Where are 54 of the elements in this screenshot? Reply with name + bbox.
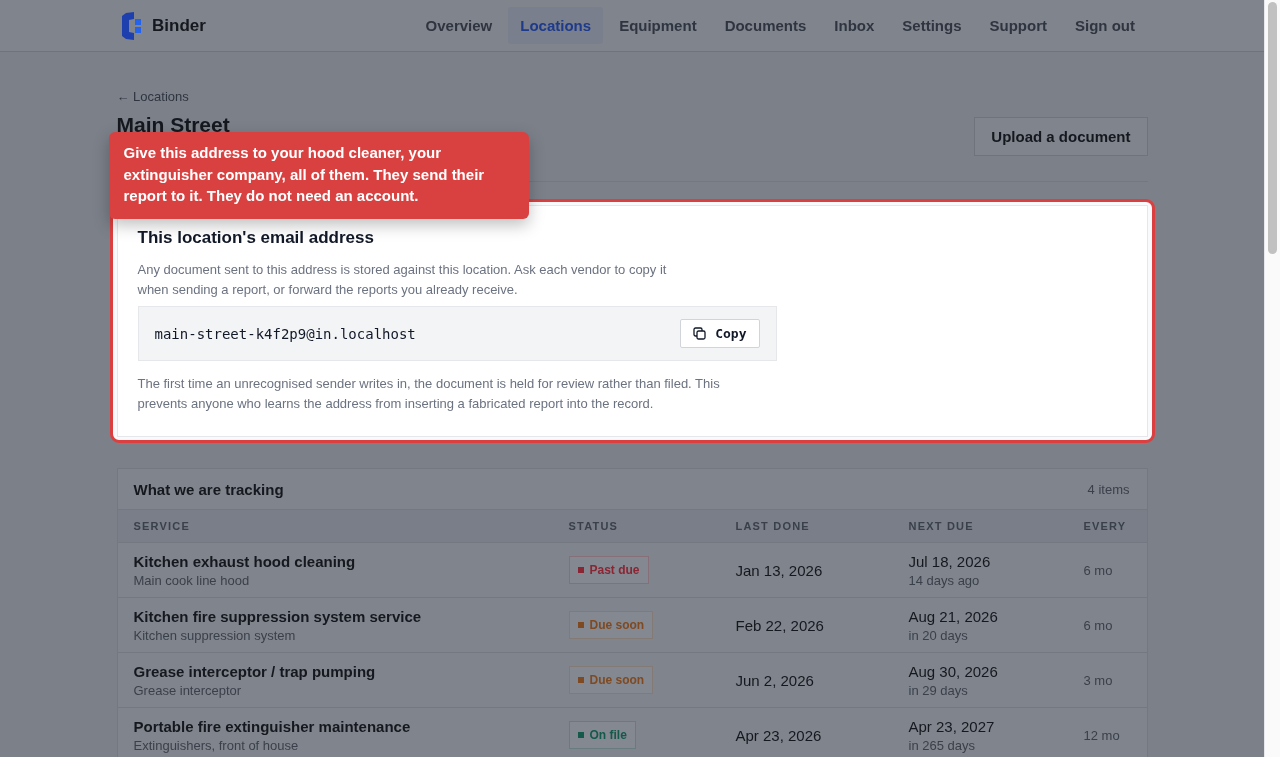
last-done-date: Apr 23, 2026 bbox=[735, 726, 823, 744]
service-name: Kitchen exhaust hood cleaning bbox=[133, 552, 357, 570]
interval: 12 mo bbox=[1083, 727, 1121, 743]
review-note: The first time an unrecognised sender writes in, the document is held for review rather than filed. This prevents anyone who learns the address from inserting a fabricated report into the record. bbox=[137, 375, 721, 413]
next-due-date: Aug 30, 2026 bbox=[908, 662, 999, 680]
status-badge: On file bbox=[568, 721, 636, 749]
email-address: main-street-k4f2p9@in.localhost bbox=[154, 325, 416, 342]
due-relative: in 29 days bbox=[908, 682, 969, 698]
asset-name: Grease interceptor bbox=[133, 682, 243, 698]
asset-name: Main cook line hood bbox=[133, 572, 251, 588]
copy-button[interactable]: Copy bbox=[680, 319, 760, 348]
section-title: What we are tracking bbox=[133, 480, 284, 498]
next-due-date: Jul 18, 2026 bbox=[908, 552, 992, 570]
due-relative: in 265 days bbox=[908, 737, 976, 753]
column-header: SERVICE bbox=[133, 520, 191, 532]
status-badge: Due soon bbox=[568, 666, 654, 694]
card-description: Any document sent to this address is stored against this location. Ask each vendor to copy it when sending a report, or forward the reports you already receive. bbox=[137, 261, 668, 299]
item-count: 4 items bbox=[1087, 481, 1130, 497]
interval: 6 mo bbox=[1083, 617, 1114, 633]
next-due-date: Aug 21, 2026 bbox=[908, 607, 999, 625]
status-badge: Past due bbox=[568, 556, 649, 584]
last-done-date: Jun 2, 2026 bbox=[735, 671, 815, 689]
back-link[interactable]: ← Locations bbox=[116, 89, 189, 104]
app-name: Binder bbox=[152, 15, 206, 36]
upload-button[interactable]: Upload a document bbox=[974, 117, 1148, 156]
service-name: Portable fire extinguisher maintenance bbox=[133, 717, 412, 735]
card-title: This location's email address bbox=[137, 228, 375, 248]
interval: 3 mo bbox=[1083, 672, 1114, 688]
column-header: STATUS bbox=[568, 520, 620, 532]
due-relative: 14 days ago bbox=[908, 572, 981, 588]
nav-link[interactable]: Inbox bbox=[822, 7, 887, 44]
asset-name: Kitchen suppression system bbox=[133, 627, 297, 643]
nav-link[interactable]: Locations bbox=[508, 7, 604, 44]
nav-link[interactable]: Equipment bbox=[607, 7, 709, 44]
column-header: NEXT DUE bbox=[908, 520, 975, 532]
nav-link[interactable]: Overview bbox=[413, 7, 505, 44]
nav-link[interactable]: Documents bbox=[712, 7, 819, 44]
status-badge: Due soon bbox=[568, 611, 654, 639]
next-due-date: Apr 23, 2027 bbox=[908, 717, 996, 735]
due-relative: in 20 days bbox=[908, 627, 969, 643]
service-name: Grease interceptor / trap pumping bbox=[133, 662, 377, 680]
last-done-date: Feb 22, 2026 bbox=[735, 616, 825, 634]
copy-icon bbox=[693, 327, 707, 340]
nav-link[interactable]: Sign out bbox=[1063, 7, 1147, 44]
asset-name: Extinguishers, front of house bbox=[133, 737, 300, 753]
interval: 6 mo bbox=[1083, 562, 1114, 578]
logo-icon bbox=[120, 11, 142, 40]
column-header: EVERY bbox=[1083, 520, 1128, 532]
nav-link[interactable]: Support bbox=[977, 7, 1059, 44]
nav-link[interactable]: Settings bbox=[890, 7, 974, 44]
last-done-date: Jan 13, 2026 bbox=[735, 561, 824, 579]
service-name: Kitchen fire suppression system service bbox=[133, 607, 423, 625]
callout-tooltip: Give this address to your hood cleaner, your extinguisher company, all of them. They send their report to it. They do not need an account. bbox=[108, 132, 529, 219]
column-header: LAST DONE bbox=[735, 520, 811, 532]
